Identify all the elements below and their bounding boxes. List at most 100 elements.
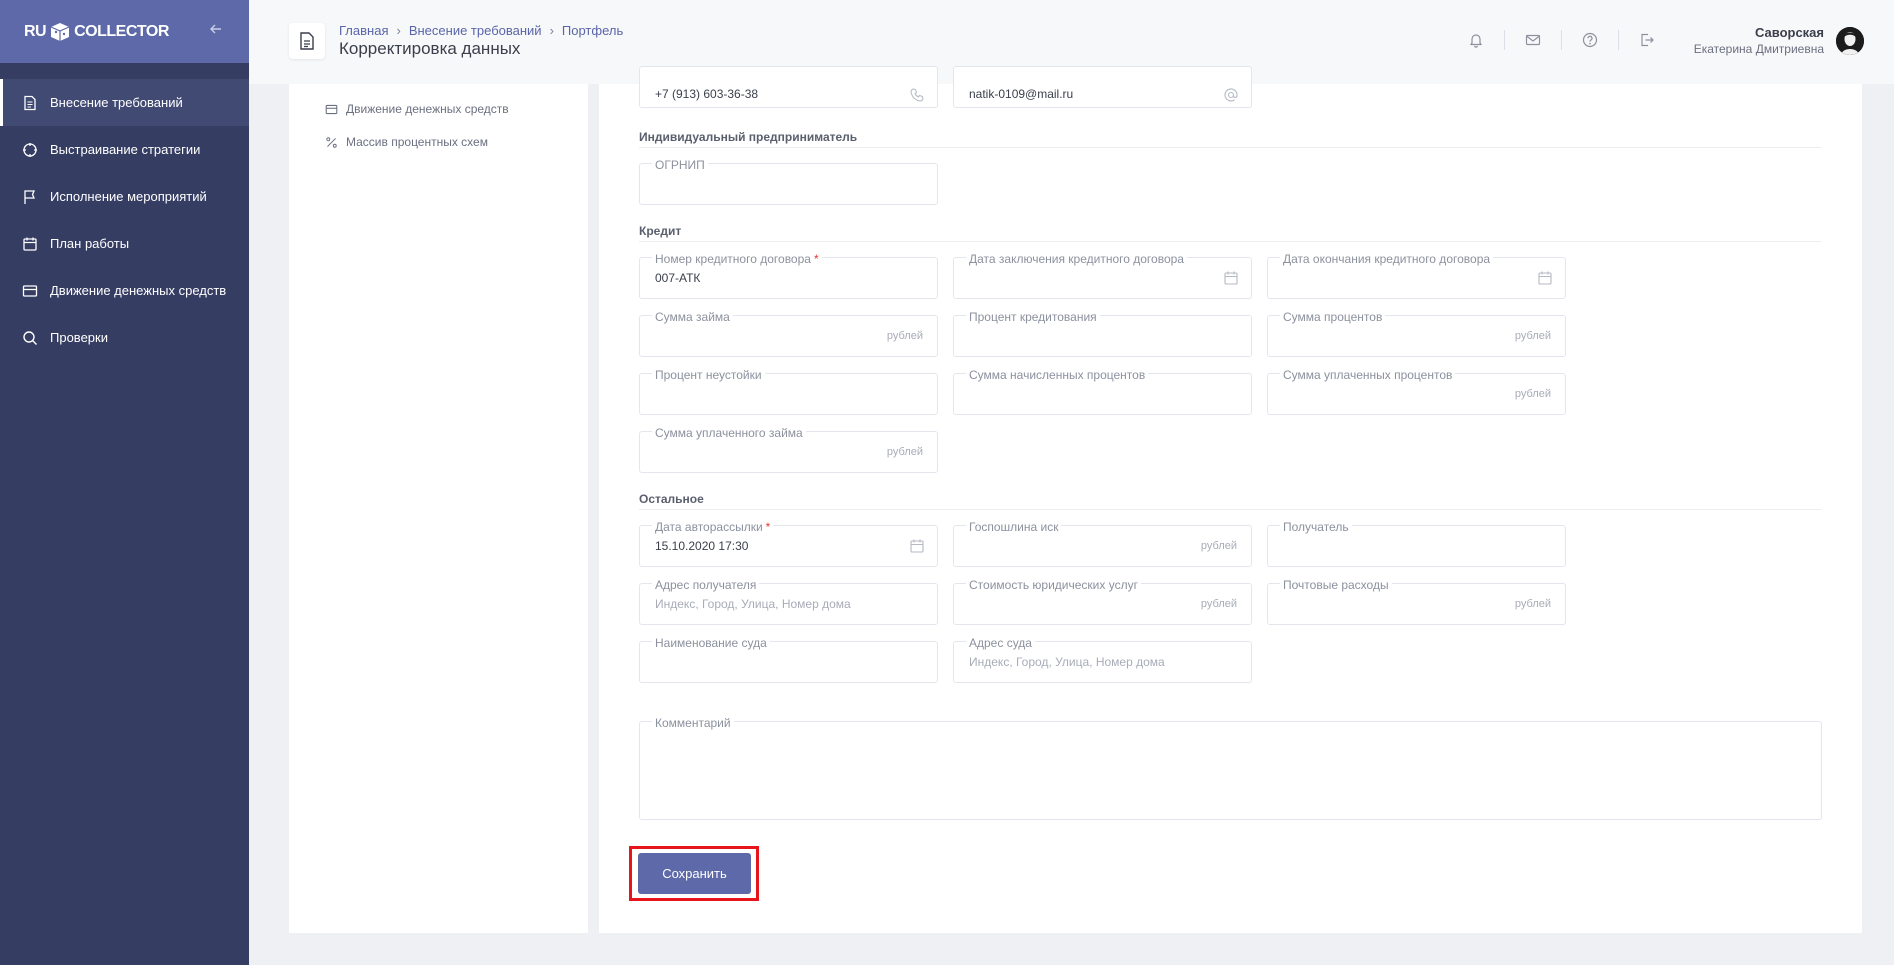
breadcrumb-home[interactable]: Главная <box>339 23 388 38</box>
currency-suffix: рублей <box>1514 330 1551 342</box>
required-marker: * <box>813 252 819 266</box>
sidebar-item-cash-flow[interactable]: Движение денежных средств <box>0 267 249 314</box>
sidebar-item-label: Проверки <box>50 330 108 345</box>
breadcrumb-portfolio[interactable]: Портфель <box>562 23 623 38</box>
interest-sum-field[interactable]: Сумма процентов рублей <box>1267 310 1566 357</box>
recipient-field[interactable]: Получатель <box>1267 520 1566 567</box>
save-button[interactable]: Сохранить <box>638 853 751 894</box>
currency-suffix: рублей <box>1200 540 1237 552</box>
currency-suffix: рублей <box>1514 598 1551 610</box>
field-label: Сумма уплаченного займа <box>652 426 806 440</box>
sidebar-item-checks[interactable]: Проверки <box>0 314 249 361</box>
breadcrumb-requirements[interactable]: Внесение требований <box>409 23 542 38</box>
field-label: Наименование суда <box>652 636 770 650</box>
logo[interactable]: RU COLLECTOR <box>24 22 169 42</box>
legal-cost-field[interactable]: Стоимость юридических услуг рублей <box>953 578 1252 625</box>
ogrnip-input[interactable] <box>655 177 875 191</box>
avatar[interactable] <box>1836 27 1864 55</box>
contract-end-field[interactable]: Дата окончания кредитного договора <box>1267 252 1566 299</box>
divider <box>1561 30 1562 50</box>
breadcrumb-separator-icon: › <box>396 23 401 38</box>
field-label: Адрес получателя <box>652 578 760 592</box>
cube-logo-icon <box>50 22 70 41</box>
logout-icon[interactable] <box>1638 31 1656 49</box>
section-title-other: Остальное <box>639 492 704 506</box>
field-label: Дата авторассылки * <box>652 520 774 534</box>
court-name-field[interactable]: Наименование суда <box>639 636 938 683</box>
bell-icon[interactable] <box>1467 31 1485 49</box>
section-divider <box>639 509 1821 510</box>
phone-icon <box>910 88 924 102</box>
side-link-label: Движение денежных средств <box>346 102 509 116</box>
user-info[interactable]: Саворская Екатерина Дмитриевна <box>1694 25 1824 56</box>
court-address-input[interactable] <box>969 655 1189 669</box>
field-label: Сумма начисленных процентов <box>966 368 1149 382</box>
sidebar-item-label: План работы <box>50 236 130 251</box>
sidebar-item-label: Внесение требований <box>50 95 183 110</box>
field-label: Получатель <box>1280 520 1352 534</box>
crosshair-icon <box>23 142 37 157</box>
required-marker: * <box>765 520 771 534</box>
header-actions <box>1467 30 1656 50</box>
collapse-sidebar-arrow-icon[interactable] <box>209 22 223 41</box>
flag-icon <box>24 189 35 204</box>
currency-suffix: рублей <box>1200 598 1237 610</box>
contract-date-field[interactable]: Дата заключения кредитного договора <box>953 252 1252 299</box>
email-input[interactable] <box>969 87 1189 101</box>
section-divider <box>639 241 1821 242</box>
section-title-ip: Индивидуальный предприниматель <box>639 130 858 144</box>
field-label: Адрес суда <box>966 636 1035 650</box>
sidebar-item-work-plan[interactable]: План работы <box>0 220 249 267</box>
sidebar-item-requirements[interactable]: Внесение требований <box>0 79 249 126</box>
contract-number-field[interactable]: Номер кредитного договора * <box>639 252 938 299</box>
divider <box>1618 30 1619 50</box>
field-label: Процент неустойки <box>652 368 765 382</box>
phone-input[interactable] <box>655 87 875 101</box>
sidebar-header: RU COLLECTOR <box>0 0 249 63</box>
ogrnip-field[interactable]: ОГРНИП <box>639 158 938 205</box>
interest-rate-field[interactable]: Процент кредитования <box>953 310 1252 357</box>
sidebar: RU COLLECTOR Внесение требований Выстраи… <box>0 0 249 965</box>
main-form-panel: Индивидуальный предприниматель ОГРНИП Кр… <box>599 66 1862 933</box>
recipient-address-field[interactable]: Адрес получателя <box>639 578 938 625</box>
credit-card-icon <box>22 284 38 297</box>
field-label: Госпошлина иск <box>966 520 1062 534</box>
loan-sum-field[interactable]: Сумма займа рублей <box>639 310 938 357</box>
sidebar-item-events[interactable]: Исполнение мероприятий <box>0 173 249 220</box>
document-icon <box>24 95 36 110</box>
side-link-cash-flow[interactable]: Движение денежных средств <box>325 102 509 116</box>
paid-interest-field[interactable]: Сумма уплаченных процентов рублей <box>1267 368 1566 415</box>
help-icon[interactable] <box>1581 31 1599 49</box>
calendar-icon[interactable] <box>1537 270 1553 286</box>
field-label: Дата окончания кредитного договора <box>1280 252 1494 266</box>
mail-icon[interactable] <box>1524 31 1542 49</box>
field-label: Процент кредитования <box>966 310 1100 324</box>
auto-mail-date-input[interactable] <box>655 539 875 553</box>
calendar-icon[interactable] <box>909 538 925 554</box>
comment-field[interactable]: Комментарий <box>639 716 1822 820</box>
state-fee-field[interactable]: Госпошлина иск рублей <box>953 520 1252 567</box>
paid-loan-field[interactable]: Сумма уплаченного займа рублей <box>639 426 938 473</box>
court-address-field[interactable]: Адрес суда <box>953 636 1252 683</box>
side-link-interest-schemes[interactable]: Массив процентных схем <box>325 135 488 149</box>
phone-field[interactable] <box>639 66 938 108</box>
left-menu-panel: Движение денежных средств Массив процент… <box>289 84 588 933</box>
sidebar-item-label: Движение денежных средств <box>50 283 227 298</box>
page-icon-box <box>289 23 325 59</box>
postal-cost-field[interactable]: Почтовые расходы рублей <box>1267 578 1566 625</box>
calendar-icon[interactable] <box>1223 270 1239 286</box>
user-last-name: Саворская <box>1754 25 1824 40</box>
breadcrumb: Главная › Внесение требований › Портфель <box>339 23 623 38</box>
field-label: Почтовые расходы <box>1280 578 1392 592</box>
sidebar-nav: Внесение требований Выстраивание стратег… <box>0 79 249 361</box>
accrued-interest-field[interactable]: Сумма начисленных процентов <box>953 368 1252 415</box>
auto-mail-date-field[interactable]: Дата авторассылки * <box>639 520 938 567</box>
field-label: Номер кредитного договора * <box>652 252 822 266</box>
contract-number-input[interactable] <box>655 271 875 285</box>
recipient-address-input[interactable] <box>655 597 875 611</box>
field-label: Стоимость юридических услуг <box>966 578 1141 592</box>
sidebar-item-strategy[interactable]: Выстраивание стратегии <box>0 126 249 173</box>
penalty-rate-field[interactable]: Процент неустойки <box>639 368 938 415</box>
email-field[interactable] <box>953 66 1252 108</box>
field-label: Сумма займа <box>652 310 733 324</box>
